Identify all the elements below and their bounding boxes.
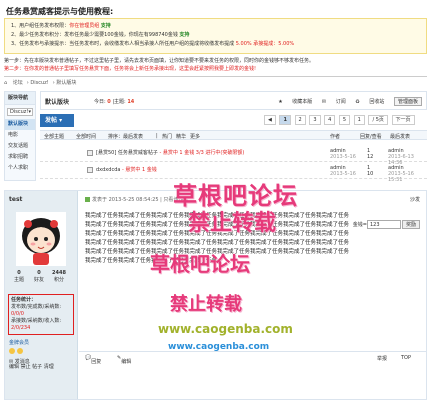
user-stats: 0 主题0 好友2448 积分 [9,270,75,283]
thread-title[interactable]: [悬赏50] 任务悬赏威客帖子 - 悬赏中 1 金钱 3/3 进行中(突破限额) [96,149,244,156]
medal-icon [17,348,23,354]
sidebar-item-resume[interactable]: 个人求职 [5,163,35,174]
filter-more[interactable]: 更多 [190,133,200,140]
floor-number[interactable]: 沙发 [410,196,420,203]
step-2: 第二步：在你发的普通帖子里填写任务悬赏下面，任务将会上新任务承接出现，这里会赶紧… [4,66,257,72]
sidebar-item-movie[interactable]: 电影 [5,130,35,141]
col-last-post: 最后发表 [390,134,411,140]
stat-points[interactable]: 2448 积分 [49,270,69,283]
breadcrumb-forum[interactable]: 论坛 [13,80,23,86]
notice-line-2: 2、最少任务发布积分：发布任务最少需要100金钱，你现在有998740金钱 支持 [11,32,190,38]
filter-sort[interactable]: 排序：最后发表 [108,133,143,140]
page-4[interactable]: 4 [324,115,336,125]
thread-icon [87,167,93,173]
page-5[interactable]: 5 [338,115,351,125]
notice-line-1: 1、用户组任务发布权限：你在管理员组 支持 [11,23,111,29]
task-stats-value-1: 0/0/0 [11,311,24,317]
report-button[interactable]: 举报 [377,355,387,362]
thread-title[interactable]: dxdxdcda - 悬赏中 1 金钱 [96,166,157,173]
sidebar-item-default[interactable]: 默认版块 [5,119,35,130]
page-2[interactable]: 2 [294,115,306,125]
filter-digest[interactable]: 精华 [176,133,186,140]
forum-title: 默认版块 [45,99,70,106]
notice-line-3: 3、任务发布与承接提示：当任务发布时，会收缴发布人相当承接人所任用户组的提成将收… [11,41,295,47]
page-input[interactable]: 1 [353,115,365,125]
reward-input[interactable]: 123 [366,220,401,229]
filter-sep: | [156,133,158,139]
task-stats-label-2: 承接数/采纳数/收入数: [11,318,62,324]
thread-last-post[interactable]: admin 2013-5-16 15:31 [388,165,427,183]
subscribe-button[interactable]: ✉ 订阅 [322,99,346,105]
watermark-url: www.caogenba.com [168,342,270,352]
stat-friends[interactable]: 0 好友 [29,270,49,283]
forum-select[interactable]: Discuz! [7,108,33,116]
task-stats-value-2: 2/0/234 [11,325,31,331]
back-to-top-button[interactable]: TOP [401,355,411,361]
forum-tools: ★ 收藏本版 ✉ 订阅 ♻ 回收站 管理面板 [270,97,422,106]
next-page-button[interactable]: 下一页 [391,115,415,125]
favorite-board-button[interactable]: ★ 收藏本版 [278,99,312,105]
filter-all-time[interactable]: 全部时间 [76,133,96,140]
prev-page-button[interactable]: ◀ [264,115,276,125]
watermark-text: 草根吧论坛 [150,252,250,276]
breadcrumb-board[interactable]: 默认版块 [56,80,76,86]
thread-counts: 1 10 [367,165,374,177]
stat-threads[interactable]: 0 主题 [9,270,29,283]
sidebar-title: 版块导航 [5,92,35,105]
sidebar-item-social[interactable]: 交友话题 [5,141,35,152]
medal-icon [9,348,15,354]
edit-button[interactable]: ✎ 编辑 [117,355,131,365]
sidebar-item-jobs[interactable]: 求职招聘 [5,152,35,163]
watermark-url: www.caogenba.com [158,322,293,336]
new-post-button[interactable]: 发帖 ▾ [40,114,74,127]
task-stats-box: 任务统计： 发布数/完成数/采纳数: 0/0/0 承接数/采纳数/收入数: 2/… [8,294,74,335]
thread-author[interactable]: admin 2013-5-16 [330,148,356,160]
reward-button[interactable]: 奖励 [401,220,420,229]
reward-form: 金钱= 123 奖励 [353,220,420,229]
online-icon [85,197,90,202]
task-stats-label-1: 发布数/完成数/采纳数: [11,304,62,310]
page-3[interactable]: 3 [309,115,321,125]
col-author: 作者 [330,134,341,140]
thread-author[interactable]: admin 2013-5-16 [330,165,356,177]
page-total: / 5页 [368,115,388,125]
pagination: ◀ 1 2 3 4 5 1 / 5页 下一页 [262,115,415,126]
notice-box: 1、用户组任务发布权限：你在管理员组 支持 2、最少任务发布积分：发布任务最少需… [4,18,427,54]
sidebar: 版块导航 Discuz! 默认版块 电影 交友话题 求职招聘 个人求职 [4,91,36,181]
thread-counts: 1 12 [367,148,374,160]
recycle-bin-button[interactable]: ♻ 回收站 [355,99,384,105]
thread-icon [87,150,93,156]
table-row[interactable]: [悬赏50] 任务悬赏威客帖子 - 悬赏中 1 金钱 3/3 进行中(突破限额)… [40,146,427,166]
watermark-text: 禁止转载 [188,211,277,236]
tutorial-steps: 第一步：先在本版块发布普通帖子，不过这里帖子里，请先去发布页面填，让你知道要不要… [4,57,427,73]
step-1: 第一步：先在本版块发布普通帖子，不过这里帖子里，请先去发布页面填，让你知道要不要… [4,58,315,64]
filter-hot[interactable]: 热门 [162,133,172,140]
forum-header: 默认版块 今日: 0 |主题: 14 ★ 收藏本版 ✉ 订阅 ♻ 回收站 管理面… [40,91,427,110]
reply-button[interactable]: 💬 回复 [85,355,101,365]
post-author-panel: test 0 主题0 好友2448 积分 任务统计： 发布数/完成数/采纳数: 0/0… [5,191,78,399]
home-icon[interactable]: ⌂ [4,80,7,86]
post-username[interactable]: test [9,196,22,203]
divider [4,76,427,77]
breadcrumb: ⌂ 论坛 › Discuz! › 默认版块 [4,80,77,86]
post-actions: 💬 回复 ✎ 编辑 举报 TOP [79,351,426,365]
watermark-text: 禁止转载 [170,294,242,315]
user-rank: 金牌会员 ✉ 发消息 [9,340,30,365]
avatar[interactable] [16,212,66,266]
page-1[interactable]: 1 [279,115,291,125]
filter-all-topics[interactable]: 全部主题 [44,133,64,140]
filter-bar: 全部主题 全部时间 排序：最后发表 | 热门 精华 更多 作者 回复/查看 最后… [40,130,427,140]
task-stats-title: 任务统计： [11,297,37,303]
page-title: 任务悬赏威客提示与使用教程: [6,7,114,16]
forum-stats: 今日: 0 |主题: 14 [94,99,135,105]
col-replies: 回复/查看 [360,134,382,140]
admin-panel-button[interactable]: 管理面板 [393,97,422,106]
breadcrumb-discuz[interactable]: Discuz! [30,80,48,86]
moderation-links[interactable]: 编辑 禁止 帖子 清理 [9,363,54,370]
